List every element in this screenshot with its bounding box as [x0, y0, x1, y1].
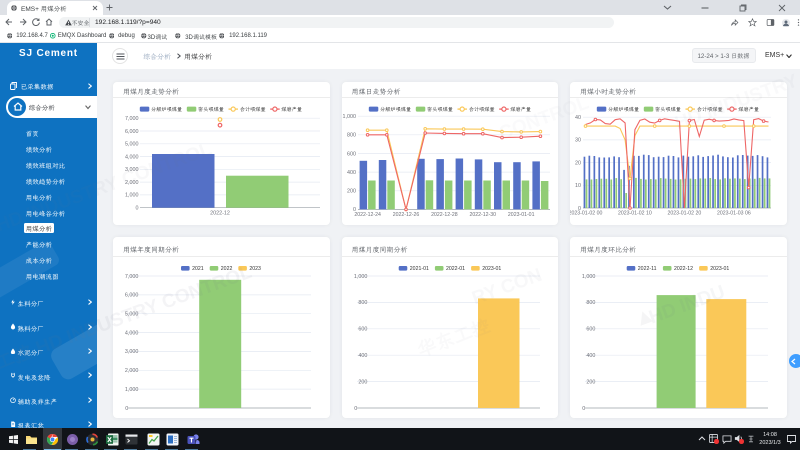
svg-text:10: 10	[575, 183, 581, 189]
svg-text:2022-12: 2022-12	[210, 210, 230, 216]
svg-text:0: 0	[354, 405, 357, 411]
svg-text:煤磨产量: 煤磨产量	[510, 106, 531, 113]
svg-text:2023-01-02 00: 2023-01-02 00	[570, 210, 602, 216]
svg-text:分解炉喂煤量: 分解炉喂煤量	[608, 106, 639, 113]
svg-text:7,000: 7,000	[125, 116, 139, 122]
svg-text:4,000: 4,000	[125, 154, 139, 160]
svg-text:200: 200	[358, 379, 367, 385]
svg-text:600: 600	[358, 326, 367, 332]
svg-text:1,000: 1,000	[125, 192, 139, 198]
svg-text:4,000: 4,000	[125, 330, 139, 336]
svg-text:2023-01-01: 2023-01-01	[507, 212, 534, 218]
svg-text:煤磨产量: 煤磨产量	[281, 106, 302, 113]
svg-text:2023: 2023	[249, 266, 261, 272]
svg-text:分解炉喂煤量: 分解炉喂煤量	[380, 106, 411, 113]
svg-text:400: 400	[347, 169, 356, 175]
svg-text:窑头喂煤量: 窑头喂煤量	[198, 106, 224, 113]
svg-text:2022-12-28: 2022-12-28	[431, 212, 458, 218]
svg-text:2023-01-03 06: 2023-01-03 06	[717, 210, 751, 216]
svg-text:200: 200	[347, 188, 356, 194]
svg-text:5,000: 5,000	[125, 141, 139, 147]
svg-text:200: 200	[586, 379, 595, 385]
svg-text:2023-01-02 20: 2023-01-02 20	[668, 210, 702, 216]
svg-text:400: 400	[586, 353, 595, 359]
svg-text:1,000: 1,000	[125, 386, 139, 392]
svg-text:2022-12-26: 2022-12-26	[392, 212, 419, 218]
svg-text:2,000: 2,000	[125, 368, 139, 374]
svg-text:6,000: 6,000	[125, 292, 139, 298]
svg-text:600: 600	[586, 326, 595, 332]
svg-text:分解炉喂煤量: 分解炉喂煤量	[151, 106, 182, 113]
svg-text:2021: 2021	[192, 266, 204, 272]
svg-text:3,000: 3,000	[125, 349, 139, 355]
svg-text:合计喂煤量: 合计喂煤量	[240, 106, 266, 113]
svg-text:2021-01: 2021-01	[409, 266, 428, 272]
svg-text:30: 30	[575, 137, 581, 143]
svg-text:2022-01: 2022-01	[446, 266, 465, 272]
svg-text:800: 800	[347, 132, 356, 138]
svg-text:窑头喂煤量: 窑头喂煤量	[655, 106, 681, 113]
svg-text:窑头喂煤量: 窑头喂煤量	[427, 106, 453, 113]
svg-text:2022-12-30: 2022-12-30	[469, 212, 496, 218]
svg-text:2023-01: 2023-01	[710, 266, 729, 272]
svg-text:800: 800	[586, 300, 595, 306]
svg-text:1,000: 1,000	[353, 273, 367, 279]
svg-text:合计喂煤量: 合计喂煤量	[468, 106, 494, 113]
svg-text:800: 800	[358, 300, 367, 306]
svg-text:1,000: 1,000	[342, 114, 356, 120]
svg-text:400: 400	[358, 353, 367, 359]
svg-text:2022-12-24: 2022-12-24	[354, 212, 381, 218]
svg-text:2022-11: 2022-11	[638, 266, 657, 272]
svg-text:0: 0	[136, 205, 139, 211]
svg-text:0: 0	[125, 405, 128, 411]
svg-text:1,000: 1,000	[582, 273, 596, 279]
svg-text:2023-01: 2023-01	[482, 266, 501, 272]
svg-text:7,000: 7,000	[125, 273, 139, 279]
svg-text:2023-01-02 10: 2023-01-02 10	[618, 210, 652, 216]
svg-text:2022-12: 2022-12	[674, 266, 693, 272]
svg-text:0: 0	[582, 405, 585, 411]
svg-text:600: 600	[347, 151, 356, 157]
svg-text:6,000: 6,000	[125, 128, 139, 134]
svg-text:20: 20	[575, 160, 581, 166]
